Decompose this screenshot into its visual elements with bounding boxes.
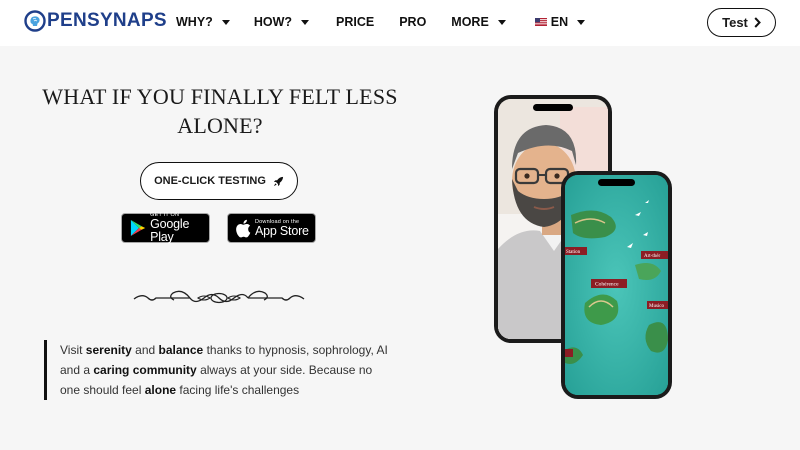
phone-notch (533, 104, 573, 111)
nav-how[interactable]: HOW? (254, 15, 309, 29)
site-header: PENSYNAPS WHY? HOW? PRICE PRO MORE EN Te… (0, 0, 800, 46)
nav-price[interactable]: PRICE (336, 15, 374, 29)
desc-text: and (131, 343, 159, 357)
desc-text: Visit (60, 343, 86, 357)
nav-more-label: MORE (451, 15, 489, 29)
app-store-badge[interactable]: Download on the App Store (227, 213, 316, 243)
caret-down-icon (577, 20, 586, 25)
nav-price-label: PRICE (336, 15, 375, 29)
cta-label: ONE-CLICK TESTING (154, 175, 266, 187)
google-play-icon (130, 219, 146, 237)
desc-bold-alone: alone (144, 383, 177, 397)
caret-down-icon (301, 20, 309, 25)
nav-pro[interactable]: PRO (399, 15, 426, 29)
google-play-text: GET IT ON Google Play (150, 212, 209, 244)
brand-name: PENSYNAPS (47, 10, 167, 31)
map-screen: Station Art-thér Cohérence Musico (565, 175, 668, 395)
map-label-station: Station (566, 250, 581, 255)
google-play-badge[interactable]: GET IT ON Google Play (121, 212, 210, 244)
rocket-icon (273, 176, 284, 186)
decorative-divider-icon (133, 290, 305, 304)
phone-mockup-map: Station Art-thér Cohérence Musico (561, 171, 672, 399)
map-label-art-therapy: Art-thér (644, 254, 660, 259)
language-label: EN (550, 15, 569, 29)
desc-bold-serenity: serenity (85, 343, 132, 357)
apple-icon (236, 219, 251, 237)
main-nav: WHY? HOW? PRICE PRO MORE EN (176, 15, 586, 29)
nav-why-label: WHY? (176, 15, 213, 29)
map-label-coherence: Cohérence (595, 282, 619, 288)
desc-bold-balance: balance (158, 343, 204, 357)
nav-why[interactable]: WHY? (176, 15, 230, 29)
nav-more[interactable]: MORE (451, 15, 506, 29)
desc-bold-caring-community: caring community (93, 363, 197, 377)
test-button[interactable]: Test (707, 8, 776, 37)
app-store-text: Download on the App Store (255, 219, 309, 238)
hero-description: Visit serenity and balance thanks to hyp… (44, 340, 394, 400)
desc-text: facing life's challenges (176, 383, 300, 397)
hero-title: WHAT IF YOU FINALLY FELT LESS ALONE? (42, 84, 398, 138)
nav-pro-label: PRO (399, 15, 427, 29)
nav-how-label: HOW? (253, 15, 292, 29)
caret-down-icon (221, 20, 230, 25)
island-map-illustration-icon: Station Art-thér Cohérence Musico (565, 175, 668, 395)
map-label-musico: Musico (649, 304, 665, 309)
caret-down-icon (497, 20, 506, 25)
brand-logo[interactable]: PENSYNAPS (24, 10, 167, 32)
one-click-testing-button[interactable]: ONE-CLICK TESTING (140, 162, 298, 200)
language-selector[interactable]: EN (534, 15, 586, 29)
brain-logo-icon (24, 10, 46, 32)
app-store-big: App Store (255, 223, 309, 238)
chevron-right-icon (754, 17, 761, 28)
google-play-big: Google Play (150, 217, 190, 244)
us-flag-icon (534, 18, 547, 26)
phone-notch (598, 179, 635, 186)
test-button-label: Test (722, 15, 748, 30)
